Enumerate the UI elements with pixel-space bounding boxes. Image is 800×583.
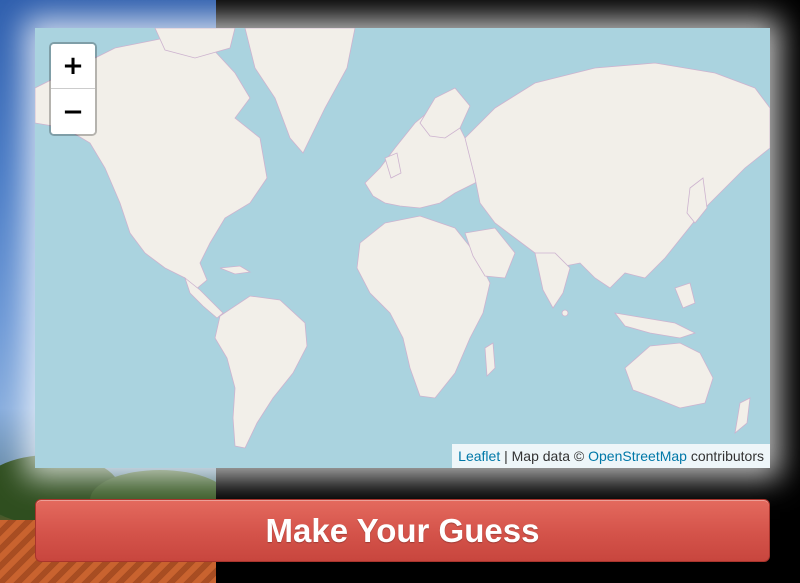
make-guess-button[interactable]: Make Your Guess <box>35 499 770 562</box>
guess-map[interactable]: + − Leaflet | Map data © OpenStreetMap c… <box>35 28 770 468</box>
world-map-tiles[interactable] <box>35 28 770 468</box>
leaflet-link[interactable]: Leaflet <box>458 448 500 464</box>
attribution-separator: | Map data © <box>500 448 589 464</box>
map-attribution: Leaflet | Map data © OpenStreetMap contr… <box>452 444 770 468</box>
openstreetmap-link[interactable]: OpenStreetMap <box>588 448 687 464</box>
zoom-out-button[interactable]: − <box>51 89 95 134</box>
zoom-control: + − <box>49 42 97 136</box>
zoom-in-button[interactable]: + <box>51 44 95 89</box>
attribution-suffix: contributors <box>686 448 764 464</box>
